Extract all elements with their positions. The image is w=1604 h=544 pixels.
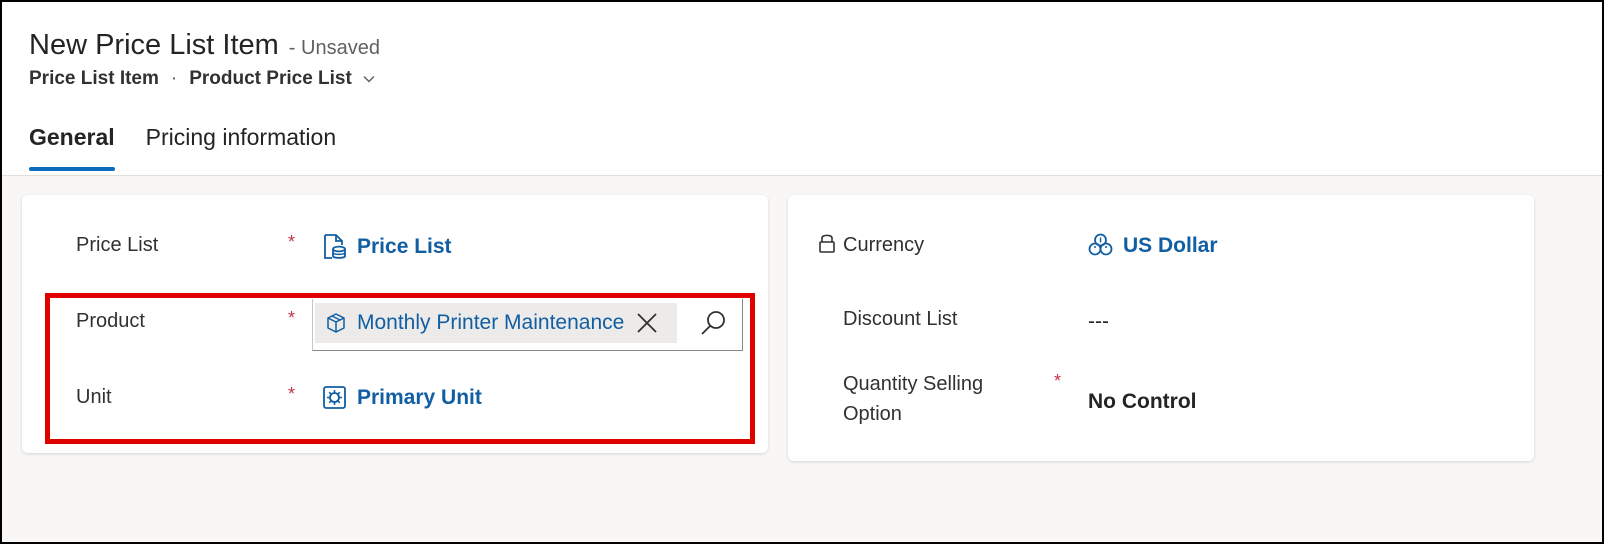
- unit-value: Primary Unit: [357, 385, 482, 409]
- title-row: New Price List Item - Unsaved: [29, 29, 380, 62]
- unit-icon: [323, 386, 346, 409]
- document-icon: [324, 234, 346, 259]
- price-list-label: Price List: [76, 234, 159, 256]
- app-frame: New Price List Item - Unsaved Price List…: [2, 2, 1602, 542]
- breadcrumb-separator: ·: [170, 68, 178, 89]
- lock-icon: [819, 234, 835, 253]
- unit-label: Unit: [76, 386, 112, 408]
- product-lookup-value: Monthly Printer Maintenance: [357, 311, 625, 334]
- product-lookup-chip[interactable]: Monthly Printer Maintenance: [315, 303, 677, 343]
- price-list-link[interactable]: Price List: [322, 233, 452, 260]
- unit-link[interactable]: Primary Unit: [322, 385, 482, 410]
- general-section-card: Price List * Price List Product * Monthl…: [22, 195, 768, 453]
- tab-pricing-information[interactable]: Pricing information: [146, 124, 336, 171]
- quantity-selling-option-label: Quantity Selling: [843, 373, 984, 395]
- quantity-selling-option-label-line2: Option: [843, 403, 902, 425]
- breadcrumb: Price List Item · Product Price List: [29, 68, 376, 90]
- discount-list-label: Discount List: [843, 308, 958, 330]
- required-indicator: *: [288, 384, 296, 404]
- breadcrumb-entity: Price List Item: [29, 68, 159, 89]
- close-icon[interactable]: [635, 311, 659, 335]
- save-status: - Unsaved: [288, 37, 380, 59]
- currency-icon: [1088, 233, 1113, 256]
- currency-link[interactable]: US Dollar: [1088, 233, 1218, 258]
- product-lookup-field[interactable]: Monthly Printer Maintenance: [312, 299, 743, 351]
- quantity-selling-option-value[interactable]: No Control: [1088, 390, 1196, 414]
- tab-list: General Pricing information: [29, 124, 367, 171]
- chevron-down-icon: [363, 76, 375, 83]
- search-icon[interactable]: [699, 309, 727, 337]
- required-indicator: *: [1054, 371, 1062, 391]
- form-header: New Price List Item - Unsaved Price List…: [2, 2, 1602, 176]
- form-selector[interactable]: Product Price List: [189, 68, 376, 90]
- currency-section-card: Currency US Dollar Discount List --- Qua…: [788, 195, 1534, 461]
- required-indicator: *: [288, 232, 296, 252]
- form-selector-label: Product Price List: [189, 68, 352, 89]
- tab-general[interactable]: General: [29, 124, 115, 171]
- currency-label: Currency: [843, 234, 925, 256]
- required-indicator: *: [288, 308, 296, 328]
- product-label: Product: [76, 310, 145, 332]
- page-title: New Price List Item: [29, 29, 279, 61]
- price-list-value: Price List: [357, 234, 452, 258]
- cube-icon: [327, 313, 345, 333]
- currency-value: US Dollar: [1123, 233, 1218, 257]
- discount-list-value[interactable]: ---: [1088, 310, 1109, 334]
